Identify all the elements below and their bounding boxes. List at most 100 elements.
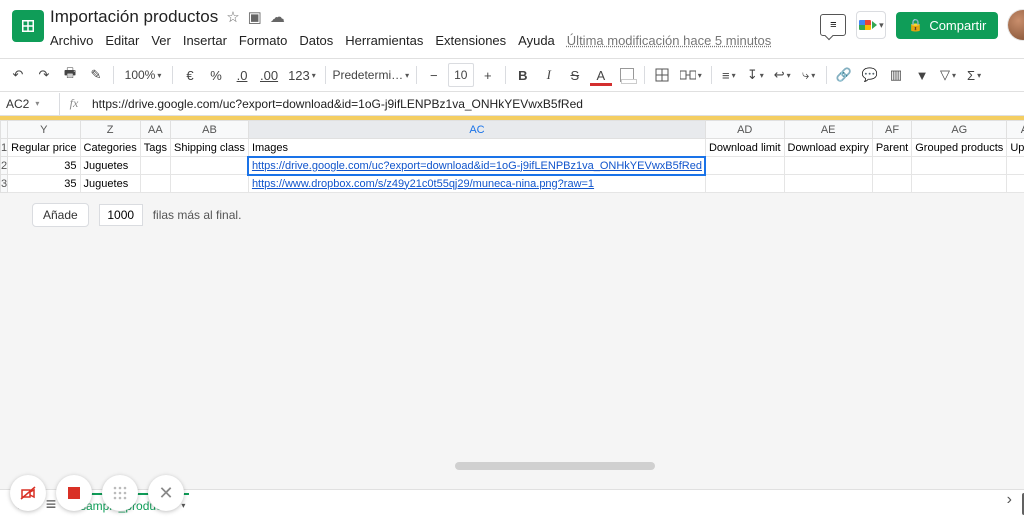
menu-ayuda[interactable]: Ayuda	[518, 33, 555, 48]
header-cell[interactable]: Upsells	[1007, 139, 1024, 157]
header-cell[interactable]: Regular price	[8, 139, 80, 157]
account-avatar[interactable]	[1008, 10, 1024, 40]
header-cell[interactable]: Download expiry	[784, 139, 872, 157]
undo-icon[interactable]: ↶	[6, 63, 30, 87]
print-icon[interactable]: 🖶	[58, 63, 82, 87]
menu-archivo[interactable]: Archivo	[50, 33, 93, 48]
text-color-button[interactable]: A	[589, 63, 613, 87]
add-rows-count[interactable]	[99, 204, 143, 226]
paint-format-icon[interactable]: ✎	[84, 63, 108, 87]
filter-button[interactable]: ▼	[910, 63, 934, 87]
col-head-AA[interactable]: AA	[140, 121, 170, 139]
add-rows-button[interactable]: Añade	[32, 203, 89, 227]
header-cell[interactable]: Tags	[140, 139, 170, 157]
col-head-AD[interactable]: AD	[705, 121, 784, 139]
menu-datos[interactable]: Datos	[299, 33, 333, 48]
col-head-AE[interactable]: AE	[784, 121, 872, 139]
cell[interactable]: Juguetes	[80, 175, 140, 193]
cell[interactable]	[1007, 175, 1024, 193]
header-cell[interactable]: Grouped products	[912, 139, 1007, 157]
link-button[interactable]: 🔗	[832, 63, 856, 87]
halign-button[interactable]: ≡▾	[717, 63, 741, 87]
row-head-1[interactable]: 1	[1, 139, 8, 157]
grid-icon[interactable]	[102, 475, 138, 511]
cell[interactable]: 35	[8, 157, 80, 175]
meet-button[interactable]: ▾	[856, 11, 886, 39]
col-head-AB[interactable]: AB	[171, 121, 249, 139]
number-format-button[interactable]: 123▾	[284, 63, 320, 87]
filter-views-button[interactable]: ▽▾	[936, 63, 960, 87]
menu-extensiones[interactable]: Extensiones	[435, 33, 506, 48]
zoom-select[interactable]: 100%▾	[119, 63, 167, 87]
header-cell[interactable]: Images	[248, 139, 705, 157]
stop-record-icon[interactable]	[56, 475, 92, 511]
rotate-button[interactable]: ⤷▾	[797, 63, 821, 87]
cell[interactable]	[171, 157, 249, 175]
document-title[interactable]: Importación productos	[50, 7, 218, 27]
currency-button[interactable]: €	[178, 63, 202, 87]
menu-insertar[interactable]: Insertar	[183, 33, 227, 48]
col-head-Z[interactable]: Z	[80, 121, 140, 139]
chart-button[interactable]: ▥	[884, 63, 908, 87]
cell[interactable]: Juguetes	[80, 157, 140, 175]
cell[interactable]: https://drive.google.com/uc?export=downl…	[248, 157, 705, 175]
comment-button[interactable]: 💬	[858, 63, 882, 87]
cell[interactable]	[872, 157, 911, 175]
col-head-AG[interactable]: AG	[912, 121, 1007, 139]
cell[interactable]: https://www.dropbox.com/s/z49y21c0t55qj2…	[248, 175, 705, 193]
font-size-input[interactable]: 10	[448, 63, 474, 87]
header-cell[interactable]: Categories	[80, 139, 140, 157]
decrease-decimal-button[interactable]: .0	[230, 63, 254, 87]
cell[interactable]	[872, 175, 911, 193]
bold-button[interactable]: B	[511, 63, 535, 87]
horizontal-scrollbar[interactable]	[24, 461, 1024, 471]
italic-button[interactable]: I	[537, 63, 561, 87]
font-size-inc[interactable]: +	[476, 63, 500, 87]
star-icon[interactable]: ☆	[226, 8, 239, 26]
move-icon[interactable]: ▣	[248, 8, 262, 26]
functions-button[interactable]: Σ▾	[962, 63, 986, 87]
fill-color-button[interactable]	[615, 63, 639, 87]
cell[interactable]	[784, 157, 872, 175]
increase-decimal-button[interactable]: .00	[256, 63, 282, 87]
menu-herramientas[interactable]: Herramientas	[345, 33, 423, 48]
camera-off-icon[interactable]	[10, 475, 46, 511]
comments-icon[interactable]: ≡	[820, 14, 846, 36]
cell[interactable]	[784, 175, 872, 193]
cell[interactable]	[140, 175, 170, 193]
share-button[interactable]: 🔒Compartir	[896, 12, 998, 39]
menu-ver[interactable]: Ver	[151, 33, 171, 48]
col-head-AF[interactable]: AF	[872, 121, 911, 139]
formula-input[interactable]: https://drive.google.com/uc?export=downl…	[88, 97, 1024, 111]
last-modified[interactable]: Última modificación hace 5 minutos	[567, 33, 771, 48]
font-size-dec[interactable]: −	[422, 63, 446, 87]
borders-button[interactable]	[650, 63, 674, 87]
header-cell[interactable]: Download limit	[705, 139, 784, 157]
name-box[interactable]: AC2▾	[0, 93, 60, 115]
row-head-3[interactable]: 3	[1, 175, 8, 193]
collapse-panel-icon[interactable]: ›	[1007, 491, 1012, 509]
cell[interactable]	[171, 175, 249, 193]
header-cell[interactable]: Parent	[872, 139, 911, 157]
merge-button[interactable]: ▾	[676, 63, 706, 87]
row-head-2[interactable]: 2	[1, 157, 8, 175]
close-icon[interactable]: ✕	[148, 475, 184, 511]
header-cell[interactable]: Shipping class	[171, 139, 249, 157]
sheets-logo[interactable]	[12, 10, 44, 42]
percent-button[interactable]: %	[204, 63, 228, 87]
cell[interactable]	[912, 157, 1007, 175]
cell[interactable]	[912, 175, 1007, 193]
cell[interactable]	[1007, 157, 1024, 175]
font-select[interactable]: Predetermi…▾	[331, 63, 411, 87]
spreadsheet-grid[interactable]: YZAAABACADAEAFAGAH1Regular priceCategori…	[0, 116, 1024, 489]
menu-editar[interactable]: Editar	[105, 33, 139, 48]
valign-button[interactable]: ↧▾	[743, 63, 768, 87]
redo-icon[interactable]: ↷	[32, 63, 56, 87]
cell[interactable]	[705, 157, 784, 175]
cell[interactable]	[140, 157, 170, 175]
cloud-status-icon[interactable]: ☁	[270, 8, 285, 26]
collapse-toolbar-icon[interactable]: ᨈ	[1020, 63, 1024, 87]
cell[interactable]: 35	[8, 175, 80, 193]
col-head-AC[interactable]: AC	[248, 121, 705, 139]
col-head-Y[interactable]: Y	[8, 121, 80, 139]
